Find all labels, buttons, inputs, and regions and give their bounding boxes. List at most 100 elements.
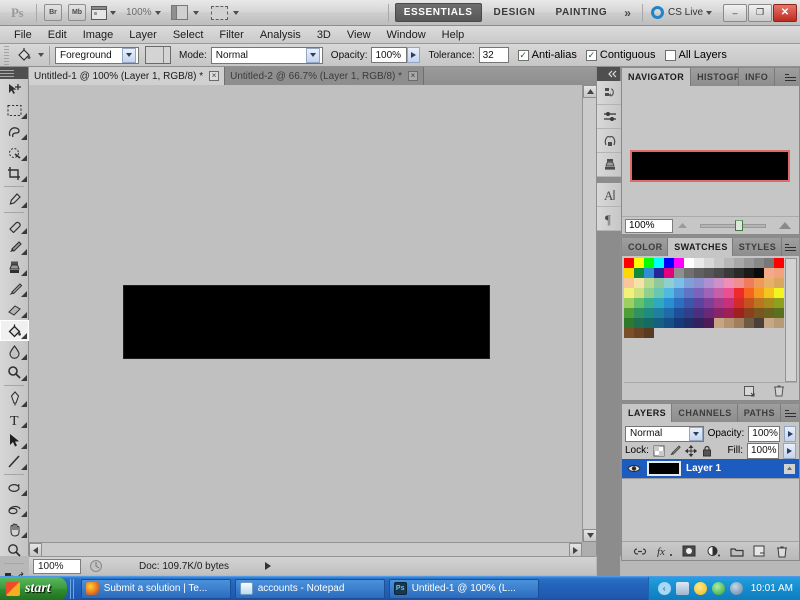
menu-window[interactable]: Window <box>379 27 434 43</box>
status-zoom-input[interactable]: 100% <box>33 558 81 574</box>
menu-layer[interactable]: Layer <box>121 27 165 43</box>
tab-paths[interactable]: PATHS <box>738 404 782 422</box>
color-swatch[interactable] <box>764 298 774 308</box>
layer-fill-slider-button[interactable] <box>783 442 796 459</box>
color-swatch[interactable] <box>674 298 684 308</box>
color-swatch[interactable] <box>764 258 774 268</box>
color-swatch[interactable] <box>624 298 634 308</box>
color-swatch[interactable] <box>704 268 714 278</box>
menu-view[interactable]: View <box>339 27 379 43</box>
delete-layer-button[interactable] <box>776 545 788 558</box>
color-swatch[interactable] <box>724 258 734 268</box>
color-swatch[interactable] <box>744 258 754 268</box>
eyedropper-tool[interactable] <box>0 189 29 210</box>
color-swatch[interactable] <box>674 308 684 318</box>
show-hidden-icons-button[interactable]: ‹ <box>657 582 671 595</box>
taskbar-item-photoshop[interactable]: Ps Untitled-1 @ 100% (L... <box>388 578 539 599</box>
tab-histogram[interactable]: HISTOGRAM <box>691 68 740 86</box>
color-swatch[interactable] <box>634 258 644 268</box>
color-swatch[interactable] <box>704 308 714 318</box>
menu-help[interactable]: Help <box>434 27 473 43</box>
color-swatch[interactable] <box>654 278 664 288</box>
color-swatch[interactable] <box>724 318 734 328</box>
canvas[interactable] <box>29 85 582 542</box>
swatch-grid[interactable] <box>624 258 797 338</box>
color-swatch[interactable] <box>754 278 764 288</box>
color-swatch[interactable] <box>744 278 754 288</box>
color-swatch[interactable] <box>764 288 774 298</box>
color-swatch[interactable] <box>704 318 714 328</box>
mini-bridge-button[interactable]: Mb <box>68 4 86 21</box>
color-swatch[interactable] <box>734 268 744 278</box>
color-swatch[interactable] <box>634 308 644 318</box>
color-swatch[interactable] <box>694 278 704 288</box>
line-tool[interactable] <box>0 451 29 472</box>
color-swatch[interactable] <box>654 258 664 268</box>
view-extras-button[interactable] <box>91 5 116 20</box>
color-swatch[interactable] <box>754 298 764 308</box>
horizontal-type-tool[interactable]: T <box>0 409 29 430</box>
color-swatch[interactable] <box>744 288 754 298</box>
paint-bucket-icon[interactable] <box>13 45 35 65</box>
start-button[interactable]: start <box>0 576 67 600</box>
tolerance-input[interactable]: 32 <box>478 47 509 63</box>
color-swatch[interactable] <box>654 298 664 308</box>
lock-image-pixels-button[interactable] <box>669 445 681 457</box>
color-swatch[interactable] <box>664 298 674 308</box>
blur-tool[interactable] <box>0 341 29 362</box>
color-swatch[interactable] <box>684 288 694 298</box>
link-layers-button[interactable] <box>633 546 647 557</box>
color-swatch[interactable] <box>724 298 734 308</box>
menu-3d[interactable]: 3D <box>309 27 339 43</box>
color-swatch[interactable] <box>754 318 764 328</box>
path-selection-tool[interactable] <box>0 430 29 451</box>
zoom-tool[interactable] <box>0 540 29 561</box>
messenger-icon[interactable] <box>693 582 707 595</box>
color-swatch[interactable] <box>664 258 674 268</box>
navigator-zoom-input[interactable]: 100% <box>625 218 673 233</box>
layer-blend-mode-select[interactable]: Normal <box>625 425 704 442</box>
tab-channels[interactable]: CHANNELS <box>672 404 738 422</box>
color-swatch[interactable] <box>624 308 634 318</box>
color-swatch[interactable] <box>644 278 654 288</box>
tab-layers[interactable]: LAYERS <box>622 404 673 422</box>
new-swatch-button[interactable] <box>743 385 755 397</box>
color-swatch[interactable] <box>634 328 644 338</box>
color-swatch[interactable] <box>664 268 674 278</box>
anti-alias-checkbox[interactable]: ✓ Anti-alias <box>517 49 577 61</box>
color-swatch[interactable] <box>644 268 654 278</box>
menu-filter[interactable]: Filter <box>211 27 251 43</box>
color-swatch[interactable] <box>754 258 764 268</box>
color-swatch[interactable] <box>674 268 684 278</box>
layer-visibility-icon[interactable] <box>626 463 642 474</box>
color-swatch[interactable] <box>774 268 784 278</box>
menu-edit[interactable]: Edit <box>40 27 75 43</box>
tool-preset-chevron-down-icon[interactable] <box>38 53 44 57</box>
workspace-tab-design[interactable]: DESIGN <box>486 4 544 21</box>
opacity-slider-button[interactable] <box>407 47 421 63</box>
lock-transparent-pixels-button[interactable] <box>653 445 665 457</box>
tab-navigator[interactable]: NAVIGATOR <box>622 68 692 86</box>
color-swatch[interactable] <box>684 268 694 278</box>
layers-panel-menu-button[interactable] <box>781 404 799 422</box>
canvas-vertical-scrollbar[interactable] <box>582 85 597 542</box>
color-swatch[interactable] <box>744 318 754 328</box>
color-swatch[interactable] <box>724 308 734 318</box>
color-swatch[interactable] <box>734 318 744 328</box>
menu-file[interactable]: File <box>6 27 40 43</box>
antivirus-icon[interactable] <box>711 582 725 595</box>
tab-info[interactable]: INFO <box>739 68 776 86</box>
navigator-preview[interactable] <box>622 86 799 216</box>
color-swatch[interactable] <box>654 308 664 318</box>
color-swatch[interactable] <box>714 318 724 328</box>
color-swatch[interactable] <box>724 288 734 298</box>
tab-swatches[interactable]: SWATCHES <box>668 238 733 256</box>
swatches-scrollbar[interactable] <box>785 258 797 382</box>
options-bar-grip[interactable] <box>4 45 9 65</box>
color-swatch[interactable] <box>694 308 704 318</box>
color-swatch[interactable] <box>684 278 694 288</box>
zoom-out-icon[interactable] <box>677 221 688 230</box>
color-swatch[interactable] <box>644 328 654 338</box>
color-swatch[interactable] <box>624 318 634 328</box>
color-swatch[interactable] <box>754 268 764 278</box>
